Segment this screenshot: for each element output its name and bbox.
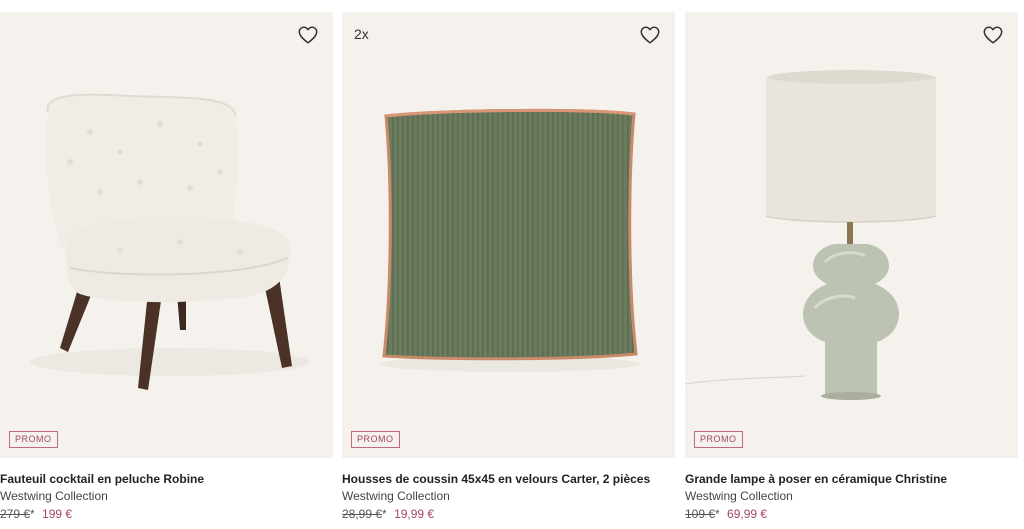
product-prices: 279 €* 199 € [0, 506, 333, 523]
promo-badge: PROMO [9, 431, 58, 448]
promo-badge: PROMO [694, 431, 743, 448]
product-card-lamp[interactable]: PROMO Grande lampe à poser en céramique … [685, 12, 1018, 523]
product-title[interactable]: Fauteuil cocktail en peluche Robine [0, 471, 333, 487]
promo-badge: PROMO [351, 431, 400, 448]
product-image-container[interactable]: 2x PROMO [342, 12, 675, 458]
product-image-container[interactable]: PROMO [685, 12, 1018, 458]
old-price: 109 € [685, 507, 716, 521]
lamp-image[interactable] [685, 12, 1018, 458]
product-grid: PROMO Fauteuil cocktail en peluche Robin… [0, 0, 1024, 529]
cushion-image[interactable] [342, 12, 675, 458]
price-asterisk: * [382, 507, 387, 521]
heart-outline-icon[interactable] [297, 24, 319, 46]
product-brand: Westwing Collection [685, 489, 793, 503]
quantity-label: 2x [354, 26, 369, 42]
old-price: 28,99 € [342, 507, 383, 521]
product-title[interactable]: Housses de coussin 45x45 en velours Cart… [342, 471, 675, 487]
product-info: Grande lampe à poser en céramique Christ… [685, 458, 1018, 523]
product-brand: Westwing Collection [0, 489, 108, 503]
sale-price: 19,99 € [394, 507, 435, 521]
product-prices: 109 €* 69,99 € [685, 506, 1018, 523]
heart-outline-icon[interactable] [639, 24, 661, 46]
product-card-cushion[interactable]: 2x PROMO Housses de coussin 45x45 en vel… [342, 12, 675, 523]
price-asterisk: * [715, 507, 720, 521]
product-prices: 28,99 €* 19,99 € [342, 506, 675, 523]
price-asterisk: * [30, 507, 35, 521]
sale-price: 69,99 € [727, 507, 768, 521]
product-image-container[interactable]: PROMO [0, 12, 333, 458]
product-title[interactable]: Grande lampe à poser en céramique Christ… [685, 471, 1018, 487]
old-price: 279 € [0, 507, 31, 521]
product-brand: Westwing Collection [342, 489, 450, 503]
product-info: Housses de coussin 45x45 en velours Cart… [342, 458, 675, 523]
armchair-image[interactable] [0, 12, 333, 458]
sale-price: 199 € [42, 507, 73, 521]
product-card-armchair[interactable]: PROMO Fauteuil cocktail en peluche Robin… [0, 12, 333, 523]
heart-outline-icon[interactable] [982, 24, 1004, 46]
product-info: Fauteuil cocktail en peluche Robine West… [0, 458, 333, 523]
